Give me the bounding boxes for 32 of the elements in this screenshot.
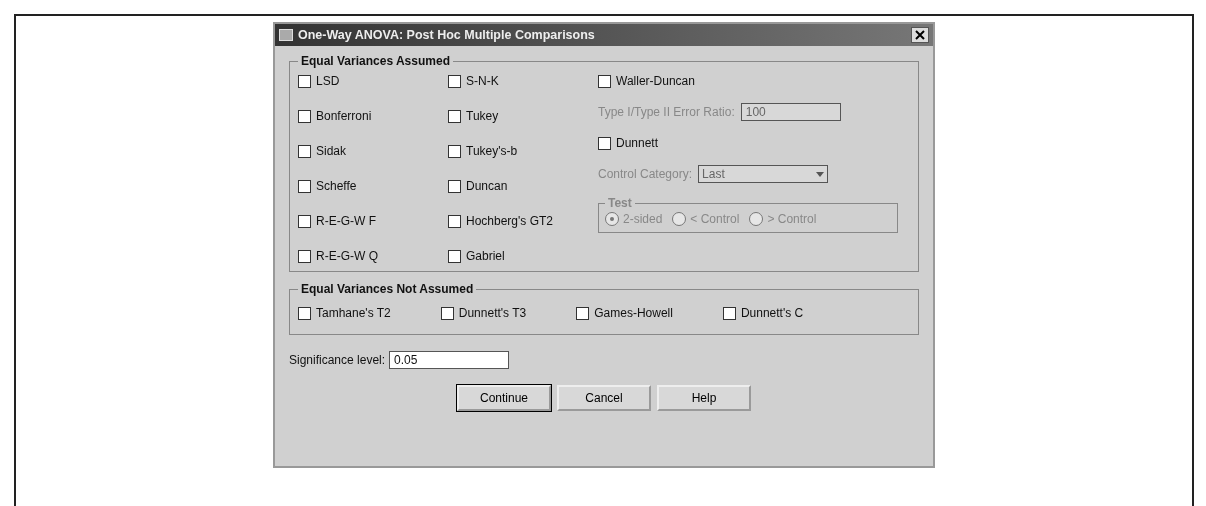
field-label: Significance level:: [289, 353, 386, 367]
field-label: Control Category:: [598, 167, 693, 181]
checkbox-option[interactable]: Bonferroni: [298, 107, 448, 125]
checkbox-option[interactable]: Scheffe: [298, 177, 448, 195]
checkbox-option[interactable]: Dunnett: [598, 134, 898, 152]
close-icon[interactable]: [911, 27, 929, 43]
checkbox-option[interactable]: Hochberg's GT2: [448, 212, 598, 230]
field-label: Type I/Type II Error Ratio:: [598, 105, 735, 119]
checkbox-option[interactable]: Dunnett's T3: [440, 304, 527, 322]
window-title: One-Way ANOVA: Post Hoc Multiple Comparisons: [298, 28, 596, 42]
dialog-button[interactable]: Help: [657, 385, 751, 411]
dialog-button[interactable]: Continue: [457, 385, 551, 411]
checkbox-option[interactable]: Tukey's-b: [448, 142, 598, 160]
checkbox-option[interactable]: R-E-G-W Q: [298, 247, 448, 265]
checkbox-option[interactable]: Dunnett's C: [722, 304, 804, 322]
checkbox-option[interactable]: S-N-K: [448, 72, 598, 90]
app-icon: [279, 29, 293, 41]
dialog-button[interactable]: Cancel: [557, 385, 651, 411]
checkbox-option[interactable]: Waller-Duncan: [598, 72, 898, 90]
checkbox-option[interactable]: Games-Howell: [576, 304, 673, 322]
group-title: Equal Variances Assumed: [300, 54, 451, 68]
group-title: Test: [607, 196, 633, 210]
checkbox-option[interactable]: Sidak: [298, 142, 448, 160]
checkbox-option[interactable]: R-E-G-W F: [298, 212, 448, 230]
group-title: Equal Variances Not Assumed: [300, 282, 475, 296]
input-field[interactable]: 0.05: [389, 351, 510, 369]
checkbox-option[interactable]: Tukey: [448, 107, 598, 125]
checkbox-option[interactable]: Duncan: [448, 177, 598, 195]
checkbox-option[interactable]: LSD: [298, 72, 448, 90]
checkbox-option[interactable]: Tamhane's T2: [298, 304, 391, 322]
checkbox-option[interactable]: Gabriel: [448, 247, 598, 265]
dropdown-arrow-icon: [816, 171, 825, 177]
